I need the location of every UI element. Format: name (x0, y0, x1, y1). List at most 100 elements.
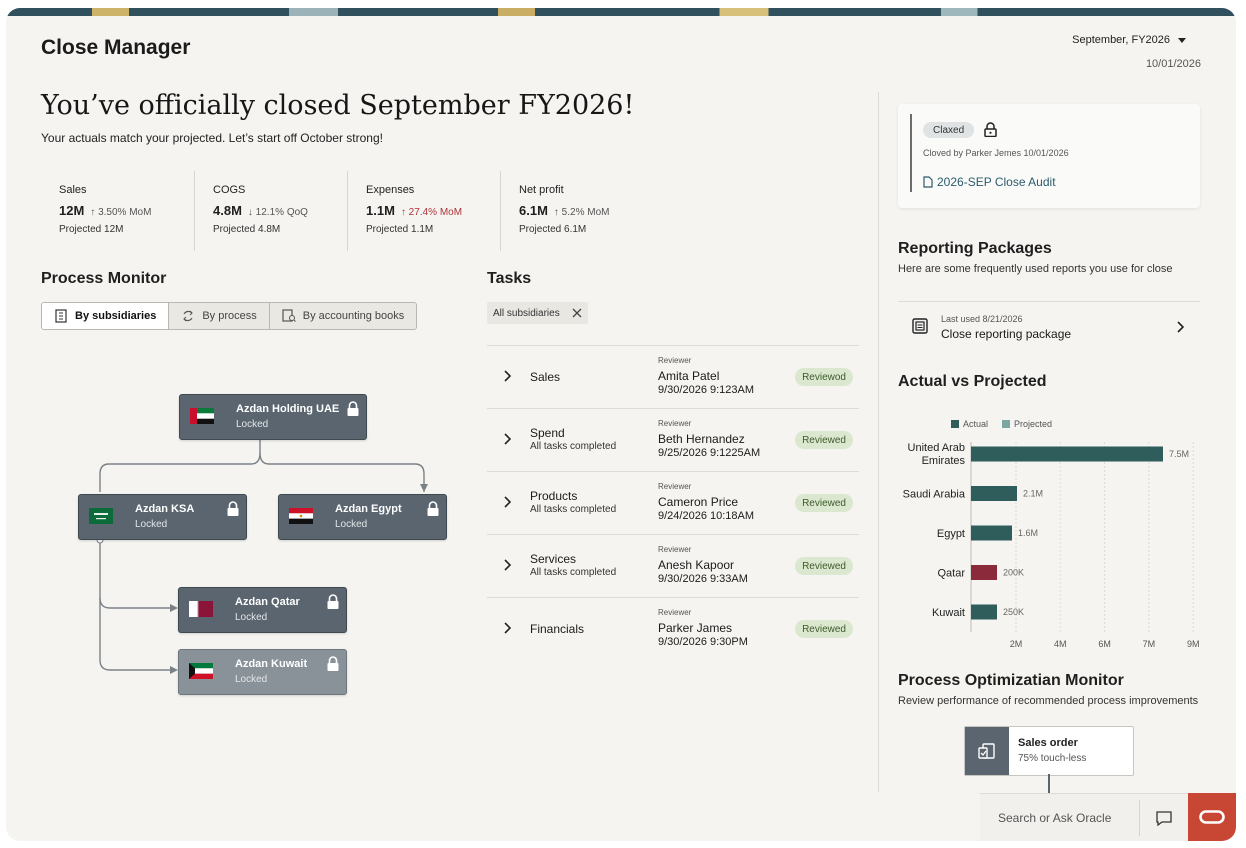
process-node-metric: 75% touch-less (1018, 753, 1087, 764)
y-tick-label: Emirates (922, 455, 966, 467)
column-divider (878, 92, 879, 792)
node-azdan-ksa[interactable]: Azdan KSA Locked (78, 494, 247, 540)
pom-title: Process Optimizatian Monitor (898, 672, 1124, 689)
status-badge: Reviewed (795, 431, 853, 449)
process-node-connector (1048, 774, 1050, 794)
filter-chip[interactable]: All subsidiaries (487, 302, 588, 324)
y-tick-label: Qatar (937, 568, 965, 580)
reviewer-label: Reviewer (658, 545, 692, 554)
reporting-packages-title: Reporting Packages (898, 240, 1052, 257)
ask-oracle-bar: Search or Ask Oracle (980, 793, 1189, 841)
chart-legend: Actual Projected (951, 419, 1052, 429)
kpi-projected: Projected 6.1M (519, 224, 587, 235)
actual-vs-projected-chart: 2M 4M 6M 7M 9M 7.5M United ArabEmirates 2.1M Sau… (903, 442, 1200, 649)
node-name: Azdan Qatar (235, 596, 300, 608)
oracle-logo-icon (1199, 810, 1225, 824)
current-date: 10/01/2026 (1145, 58, 1201, 70)
y-tick-label: Saudi Arabia (903, 489, 966, 501)
audit-document-link[interactable]: 2026-SEP Close Audit (923, 175, 1056, 189)
search-divider (1139, 800, 1140, 836)
task-name: Products (530, 489, 578, 503)
app-frame: Close Manager September, FY2026 10/01/20… (6, 8, 1236, 841)
chevron-right-icon (504, 622, 511, 634)
reviewer-label: Reviewer (658, 608, 692, 617)
reviewer-label: Reviewer (658, 482, 692, 491)
bar-united-arab-emirates (971, 446, 1163, 462)
pom-subtitle: Review performance of recommended proces… (898, 695, 1199, 707)
x-tick-label: 9M (1187, 639, 1200, 649)
filter-chip-label: All subsidiaries (493, 307, 560, 319)
reporting-package-item[interactable]: Last used 8/21/2026 Close reporting pack… (898, 301, 1200, 358)
review-date: 9/30/2026 9:30PM (658, 636, 748, 648)
y-tick-label: Kuwait (932, 607, 965, 619)
bar-saudi-arabia (971, 486, 1017, 501)
task-name: Sales (530, 370, 561, 384)
period-selector[interactable]: September, FY2026 (1072, 34, 1186, 46)
status-badge: Reviewed (795, 557, 853, 575)
data-label: 200K (1003, 568, 1024, 578)
task-name: Financials (530, 622, 585, 636)
node-azdan-kuwait[interactable]: Azdan Kuwait Locked (178, 649, 347, 695)
close-icon[interactable] (572, 308, 582, 318)
y-tick-label: Egypt (937, 528, 965, 540)
task-name: Spend (530, 426, 565, 440)
task-name: Services (530, 552, 577, 566)
report-package-icon (912, 318, 928, 334)
node-azdan-holding-uae[interactable]: Azdan Holding UAE Locked (179, 394, 367, 440)
bar-egypt (971, 525, 1012, 541)
reporting-packages-subtitle: Here are some frequently used reports yo… (898, 263, 1173, 275)
search-input[interactable]: Search or Ask Oracle (998, 811, 1111, 825)
node-name: Azdan Egypt (335, 503, 402, 515)
data-label: 1.6M (1018, 528, 1038, 538)
reviewer-name: Parker James (658, 621, 733, 635)
task-row-spend[interactable]: Spend All tasks completed Reviewer Beth … (487, 408, 859, 471)
oracle-assistant-button[interactable] (1188, 793, 1236, 841)
task-sub: All tasks completed (530, 504, 617, 515)
process-node-title: Sales order (1018, 737, 1078, 749)
caret-down-icon (1178, 37, 1186, 43)
document-icon (923, 176, 933, 188)
reviewer-name: Cameron Price (658, 495, 739, 509)
period-label: September, FY2026 (1072, 34, 1170, 46)
chevron-right-icon (504, 496, 511, 508)
reviewer-name: Amita Patel (658, 369, 720, 383)
process-node-icon-box (965, 727, 1009, 775)
chevron-right-icon (1177, 321, 1184, 333)
data-label: 7.5M (1169, 449, 1189, 459)
node-name: Azdan KSA (135, 503, 195, 515)
node-azdan-qatar[interactable]: Azdan Qatar Locked (178, 587, 347, 633)
task-row-products[interactable]: Products All tasks completed Reviewer Ca… (487, 471, 859, 534)
review-date: 9/30/2026 9:123AM (658, 384, 755, 396)
egypt-flag-icon (289, 508, 313, 524)
reviewer-name: Anesh Kapoor (658, 558, 735, 572)
data-label: 250K (1003, 607, 1024, 617)
node-status: Locked (235, 612, 268, 623)
x-tick-label: 4M (1054, 639, 1067, 649)
kpi-label: Net profit (519, 184, 564, 196)
closed-status-pill: Claxed (923, 122, 975, 138)
task-row-services[interactable]: Services All tasks completed Reviewer An… (487, 534, 859, 597)
chevron-right-icon (504, 559, 511, 571)
status-badge: Reviewod (795, 368, 853, 386)
task-row-financials[interactable]: Financials Reviewer Parker James 9/30/20… (487, 597, 859, 660)
review-date: 9/24/2026 10:18AM (658, 510, 755, 522)
review-date: 9/30/2026 9:33AM (658, 573, 748, 585)
report-package-name: Close reporting package (941, 327, 1072, 341)
node-azdan-egypt[interactable]: Azdan Egypt Locked (278, 494, 447, 540)
node-name: Azdan Kuwait (235, 658, 308, 670)
uae-flag-icon (190, 408, 214, 424)
node-status: Locked (236, 419, 269, 430)
task-row-sales[interactable]: Sales Reviewer Amita Patel 9/30/2026 9:1… (487, 345, 859, 408)
y-tick-label: United Arab (908, 442, 965, 454)
status-badge: Reviewed (795, 494, 853, 512)
sales-order-icon (978, 743, 995, 759)
process-node-sales-order[interactable]: Sales order 75% touch-less (964, 726, 1134, 776)
chart-title: Actual vs Projected (898, 373, 1047, 390)
data-label: 2.1M (1023, 489, 1043, 499)
qatar-flag-icon (189, 601, 213, 617)
chevron-right-icon (504, 370, 511, 382)
node-name: Azdan Holding UAE (236, 403, 340, 415)
chat-icon[interactable] (1156, 811, 1172, 826)
kpi-change: ↑ 5.2% MoM (553, 207, 610, 218)
lock-icon (327, 594, 339, 609)
